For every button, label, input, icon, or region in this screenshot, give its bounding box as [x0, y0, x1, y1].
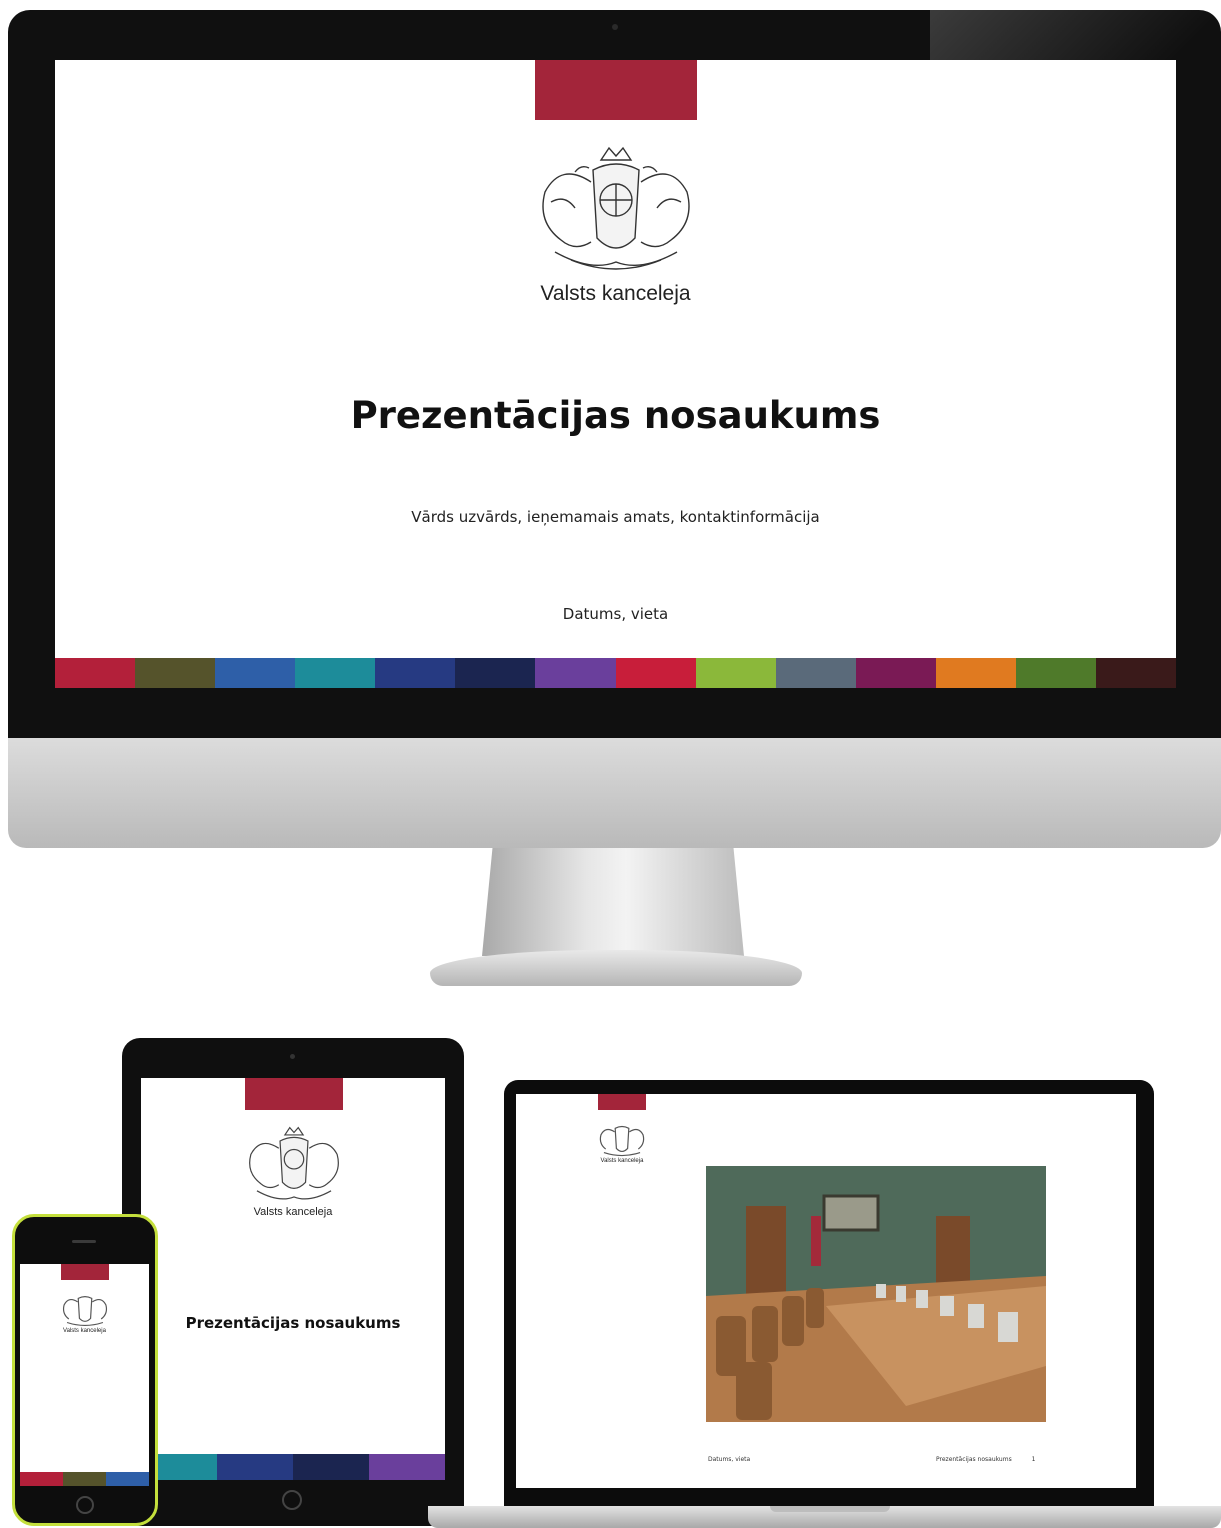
color-stripe	[141, 1454, 445, 1480]
coat-of-arms-icon	[60, 1290, 110, 1330]
stripe-segment	[20, 1472, 63, 1486]
phone-screen: Valsts kanceleja	[20, 1264, 149, 1486]
stripe-segment	[55, 658, 136, 688]
tablet-screen: Valsts kanceleja Prezentācijas nosaukums	[141, 1078, 445, 1480]
stripe-segment	[369, 1454, 445, 1480]
imac-stand-neck	[482, 848, 744, 956]
laptop-footer: Prezentācijas nosaukums 1	[936, 1456, 1035, 1463]
stripe-segment	[1015, 658, 1097, 688]
organization-name: Valsts kanceleja	[63, 1328, 106, 1334]
coat-of-arms-icon	[531, 142, 701, 277]
tablet-camera	[290, 1054, 295, 1059]
red-header-tab	[535, 60, 697, 120]
phone-speaker	[72, 1240, 96, 1243]
presenter-info: Vārds uzvārds, ieņemamais amats, kontakt…	[411, 508, 820, 526]
red-header-tab	[61, 1264, 109, 1280]
coat-of-arms-icon	[242, 1124, 346, 1206]
red-header-tab	[598, 1094, 646, 1110]
stripe-segment	[615, 658, 696, 688]
stripe-segment	[935, 658, 1016, 688]
stripe-segment	[106, 1472, 149, 1486]
stripe-segment	[855, 658, 936, 688]
stripe-segment	[375, 658, 456, 688]
presentation-title: Prezentācijas nosaukums	[185, 1314, 401, 1332]
stripe-segment	[215, 658, 296, 688]
laptop-screen: Valsts kanceleja Datums, vieta Prezentāc…	[516, 1094, 1136, 1488]
red-header-tab	[245, 1078, 343, 1110]
meeting-room-photo	[706, 1166, 1046, 1422]
color-stripe	[20, 1472, 149, 1486]
color-stripe	[55, 658, 1176, 688]
imac-camera	[612, 24, 618, 30]
stripe-segment	[695, 658, 776, 688]
stripe-segment	[775, 658, 856, 688]
footer-title: Prezentācijas nosaukums	[936, 1456, 1012, 1463]
stripe-segment	[1096, 658, 1176, 688]
organization-name: Valsts kanceleja	[600, 1158, 644, 1164]
stripe-segment	[217, 1454, 293, 1480]
stripe-segment	[293, 1454, 369, 1480]
phone-home-button[interactable]	[76, 1496, 94, 1514]
stripe-segment	[295, 658, 376, 688]
date-place: Datums, vieta	[562, 605, 669, 623]
imac-screen: Valsts kanceleja Prezentācijas nosaukums…	[55, 60, 1176, 688]
organization-name: Valsts kanceleja	[253, 1206, 333, 1218]
organization-name: Valsts kanceleja	[540, 282, 691, 305]
imac-chin	[8, 738, 1221, 848]
coat-of-arms-icon	[596, 1120, 648, 1160]
presentation-title: Prezentācijas nosaukums	[350, 394, 881, 437]
tablet-home-button[interactable]	[282, 1490, 302, 1510]
stripe-segment	[535, 658, 616, 688]
stripe-segment	[455, 658, 536, 688]
page-number: 1	[1031, 1456, 1036, 1463]
laptop-notch	[770, 1506, 890, 1512]
stripe-segment	[135, 658, 216, 688]
laptop-date-place: Datums, vieta	[708, 1456, 751, 1463]
stripe-segment	[63, 1472, 106, 1486]
imac-stand-base	[430, 950, 802, 986]
